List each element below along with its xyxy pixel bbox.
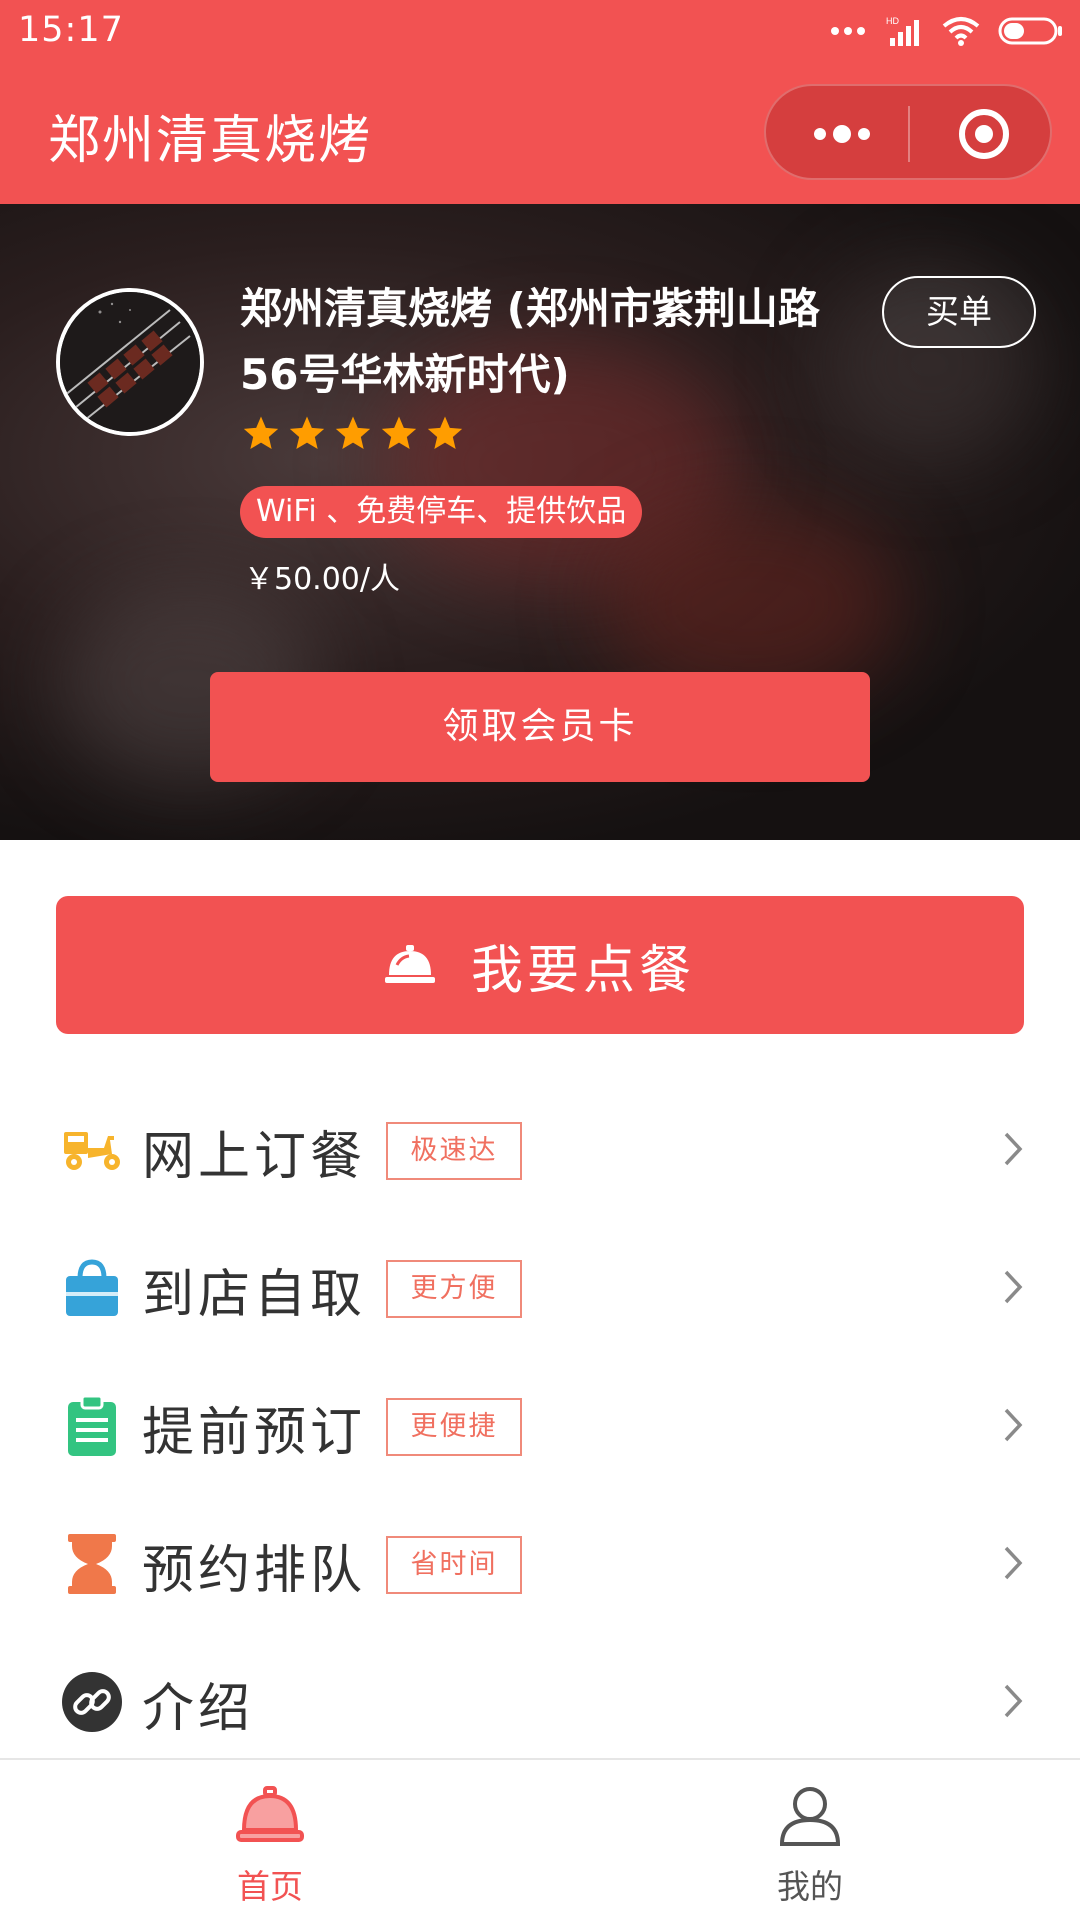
wifi-icon <box>942 17 980 46</box>
chevron-right-icon <box>1004 1408 1023 1442</box>
chevron-right-icon <box>1004 1684 1023 1718</box>
menu-item-label: 到店自取 <box>142 1265 367 1325</box>
battery-icon <box>998 17 1062 45</box>
menu-item-online-order[interactable]: 网上订餐 极速达 <box>0 1078 1080 1216</box>
menu-item-introduction[interactable]: 介绍 <box>0 1630 1080 1768</box>
menu-item-tag: 省时间 <box>386 1536 522 1594</box>
store-header: 郑州清真烧烤 (郑州市紫荆山路56号华林新时代) 买单 WiFi 、免费停车、提… <box>0 204 1080 840</box>
pay-button[interactable]: 买单 <box>882 276 1036 348</box>
menu-item-label: 网上订餐 <box>142 1127 367 1187</box>
menu-item-self-pickup[interactable]: 到店自取 更方便 <box>0 1216 1080 1354</box>
average-price: ￥50.00/人 <box>244 562 400 597</box>
status-bar: 15:17 HD <box>0 0 1080 64</box>
menu-item-label: 预约排队 <box>142 1541 367 1601</box>
store-name: 郑州清真烧烤 (郑州市紫荆山路56号华林新时代) <box>240 284 820 399</box>
get-member-card-button[interactable]: 领取会员卡 <box>210 672 870 782</box>
more-dots-icon <box>831 27 865 35</box>
status-time: 15:17 <box>18 10 124 50</box>
skewer-image-icon <box>60 292 200 432</box>
star-icon <box>381 416 417 449</box>
amenities-badge: WiFi 、免费停车、提供饮品 <box>240 486 643 538</box>
menu-item-queue[interactable]: 预约排队 省时间 <box>0 1492 1080 1630</box>
menu-item-tag: 更方便 <box>386 1260 522 1318</box>
food-cloche-icon <box>236 1786 304 1842</box>
star-icon <box>289 416 325 449</box>
star-icon <box>427 416 463 449</box>
menu-item-reservation[interactable]: 提前预订 更便捷 <box>0 1354 1080 1492</box>
clipboard-icon <box>68 1394 116 1456</box>
capsule-divider <box>908 106 910 162</box>
close-mini-program-button[interactable] <box>944 106 1024 162</box>
tab-mine[interactable]: 我的 <box>540 1760 1080 1922</box>
food-cloche-icon <box>384 945 435 983</box>
signal-icon: HD <box>886 16 919 46</box>
chevron-right-icon <box>1004 1270 1023 1304</box>
nav-bar: 郑州清真烧烤 <box>0 64 1080 204</box>
chevron-right-icon <box>1004 1546 1023 1580</box>
link-icon <box>62 1672 122 1732</box>
status-icons: HD <box>830 14 1064 48</box>
tab-home[interactable]: 首页 <box>0 1760 540 1922</box>
tab-label: 我的 <box>777 1867 843 1906</box>
hourglass-icon <box>68 1534 116 1594</box>
store-avatar <box>56 288 204 436</box>
menu-item-label: 提前预订 <box>142 1403 367 1463</box>
menu-item-label: 介绍 <box>142 1679 255 1739</box>
target-icon <box>959 109 1009 159</box>
tab-label: 首页 <box>237 1867 303 1906</box>
user-icon <box>779 1787 841 1846</box>
svg-text:HD: HD <box>886 16 899 26</box>
star-icon <box>243 416 279 449</box>
more-options-button[interactable] <box>802 106 882 162</box>
delivery-scooter-icon <box>64 1132 120 1170</box>
bottom-tab-bar: 首页 我的 <box>0 1758 1080 1922</box>
shopping-bag-icon <box>66 1259 118 1316</box>
page-title: 郑州清真烧烤 <box>48 111 373 171</box>
menu-item-tag: 极速达 <box>386 1122 522 1180</box>
star-rating <box>240 414 466 454</box>
order-food-label: 我要点餐 <box>470 940 695 1001</box>
mini-program-capsule <box>764 84 1052 180</box>
more-dots-icon <box>814 125 870 143</box>
chevron-right-icon <box>1004 1132 1023 1166</box>
menu-item-tag: 更便捷 <box>386 1398 522 1456</box>
star-icon <box>335 416 371 449</box>
order-food-button[interactable]: 我要点餐 <box>56 896 1024 1034</box>
